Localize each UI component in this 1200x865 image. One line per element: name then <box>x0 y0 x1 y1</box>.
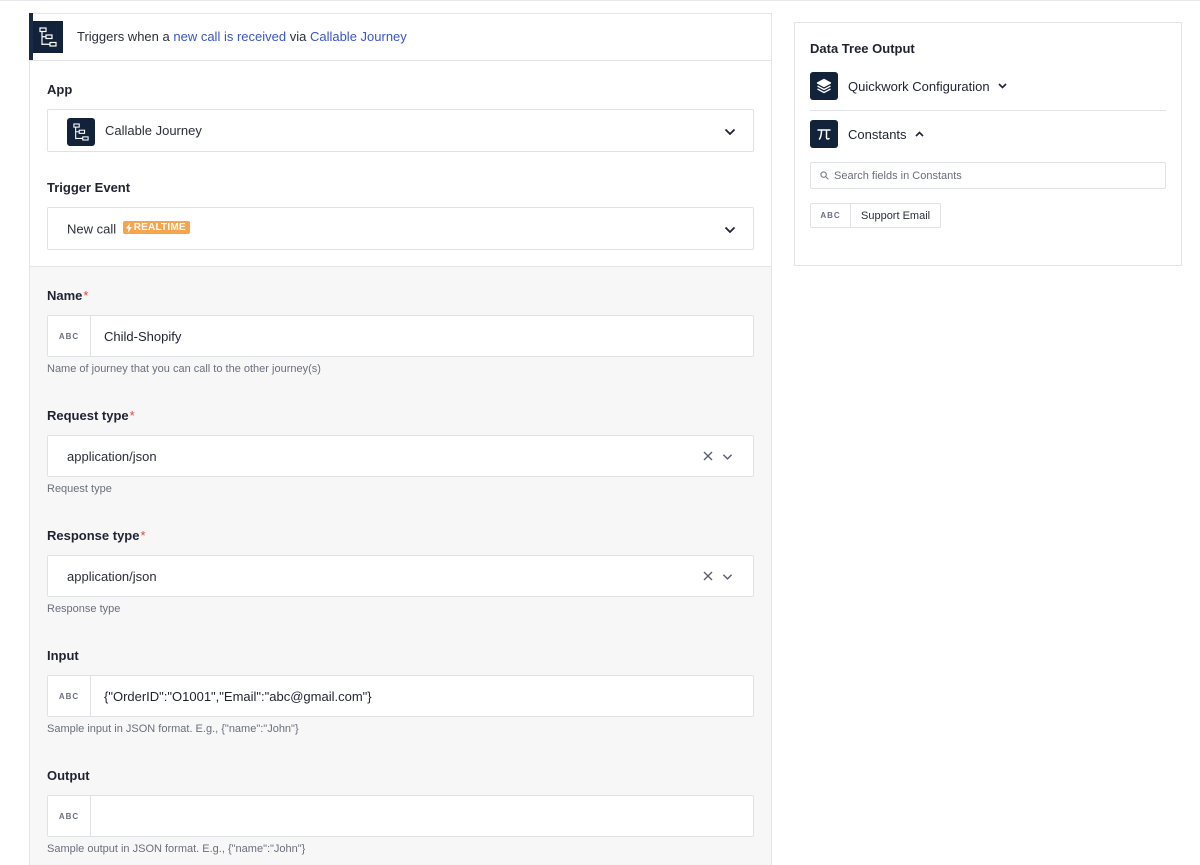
name-input[interactable]: ABC Child-Shopify <box>47 315 754 357</box>
output-json-field[interactable]: ABC <box>47 795 754 837</box>
chevron-up-icon[interactable] <box>914 131 924 137</box>
response-type-select[interactable]: application/json <box>47 555 754 597</box>
input-json-value: {"OrderID":"O1001","Email":"abc@gmail.co… <box>104 689 372 704</box>
lightning-icon <box>125 222 132 233</box>
layers-icon <box>810 72 838 100</box>
trigger-event-value-wrap: New call REALTIME <box>67 221 190 237</box>
text-type-tag: ABC <box>48 316 91 356</box>
required-asterisk: * <box>140 528 146 543</box>
text-type-tag: ABC <box>48 676 91 716</box>
input-hint: Sample input in JSON format. E.g., {"nam… <box>47 723 299 735</box>
clear-icon[interactable] <box>703 571 713 581</box>
search-input[interactable] <box>834 167 1154 185</box>
chevron-down-icon[interactable] <box>998 83 1007 89</box>
output-field-label: Output <box>47 768 90 783</box>
chevron-down-icon[interactable] <box>722 453 733 461</box>
trigger-event-link[interactable]: new call is received <box>173 29 286 44</box>
trigger-summary-header: Triggers when a new call is received via… <box>29 13 771 61</box>
trigger-event-label: Trigger Event <box>47 180 131 195</box>
required-asterisk: * <box>83 288 89 303</box>
tree-divider <box>810 110 1166 111</box>
pi-icon <box>810 120 838 148</box>
clear-icon[interactable] <box>703 451 713 461</box>
chevron-down-icon[interactable] <box>724 128 736 136</box>
data-tree-panel: Data Tree Output Quickwork Configuration… <box>794 22 1182 266</box>
trigger-middle: via <box>289 29 307 44</box>
trigger-prefix: Triggers when a <box>77 29 170 44</box>
trigger-description: Triggers when a new call is received via… <box>77 29 407 44</box>
required-asterisk: * <box>129 408 135 423</box>
output-hint: Sample output in JSON format. E.g., {"na… <box>47 843 306 855</box>
app-select-value: Callable Journey <box>105 123 202 138</box>
response-type-label: Response type* <box>47 528 146 543</box>
request-type-hint: Request type <box>47 483 112 495</box>
trigger-parameters-section: Name* ABC Child-Shopify Name of journey … <box>30 267 771 865</box>
chevron-down-icon[interactable] <box>722 573 733 581</box>
top-divider <box>0 0 1200 1</box>
search-icon <box>820 171 829 180</box>
request-type-label: Request type* <box>47 408 135 423</box>
tree-section-label: Quickwork Configuration <box>848 78 990 94</box>
trigger-app-link[interactable]: Callable Journey <box>310 29 407 44</box>
request-type-select[interactable]: application/json <box>47 435 754 477</box>
constants-search[interactable] <box>810 162 1166 189</box>
name-hint: Name of journey that you can call to the… <box>47 363 321 375</box>
app-select[interactable]: Callable Journey <box>47 109 754 152</box>
trigger-event-value: New call <box>67 221 117 237</box>
trigger-event-select[interactable]: New call REALTIME <box>47 207 754 250</box>
response-type-hint: Response type <box>47 603 121 615</box>
data-tree-title: Data Tree Output <box>810 41 915 56</box>
flow-diagram-icon <box>33 21 63 53</box>
text-type-tag: ABC <box>48 796 91 836</box>
response-type-label-text: Response type <box>47 528 140 543</box>
app-field-label: App <box>47 82 73 97</box>
input-field-label: Input <box>47 648 79 663</box>
request-type-value: application/json <box>67 449 157 464</box>
request-type-label-text: Request type <box>47 408 129 423</box>
name-field-label: Name* <box>47 288 88 303</box>
name-label-text: Name <box>47 288 83 303</box>
constant-chip-support-email[interactable]: ABC Support Email <box>810 203 942 228</box>
name-input-value: Child-Shopify <box>104 329 182 344</box>
chevron-down-icon[interactable] <box>724 226 736 234</box>
realtime-badge-label: REALTIME <box>133 222 186 233</box>
flow-diagram-icon <box>67 118 95 146</box>
text-type-tag: ABC <box>811 204 851 227</box>
trigger-config-panel: Triggers when a new call is received via… <box>29 13 772 865</box>
tree-section-label: Constants <box>848 126 907 142</box>
tree-section-quickwork-config[interactable]: Quickwork Configuration <box>810 72 1007 100</box>
chip-label: Support Email <box>861 209 931 222</box>
app-event-section: App Callable Journey Trigger Event New c… <box>30 61 771 267</box>
input-json-field[interactable]: ABC {"OrderID":"O1001","Email":"abc@gmai… <box>47 675 754 717</box>
realtime-badge: REALTIME <box>122 221 190 234</box>
response-type-value: application/json <box>67 569 157 584</box>
tree-section-constants[interactable]: Constants <box>810 120 924 148</box>
